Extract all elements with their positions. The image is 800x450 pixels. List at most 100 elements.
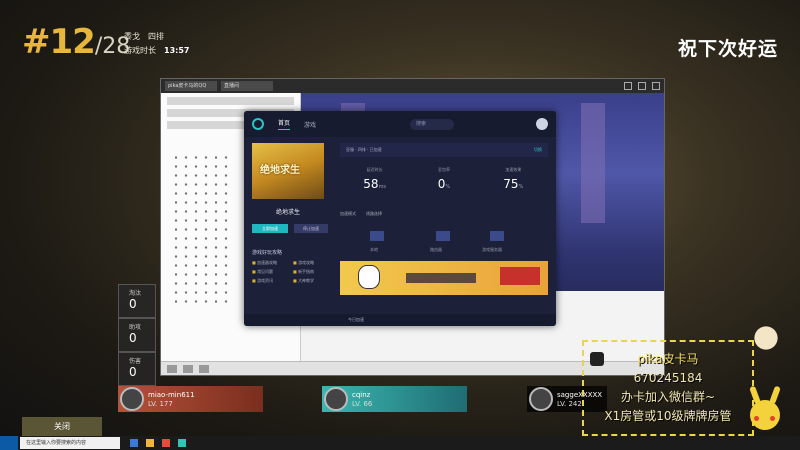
score-kills: 淘汰 0 xyxy=(118,284,156,318)
guide-item[interactable]: 游戏攻略 xyxy=(293,260,330,266)
stats-row: 延迟时长 58ms 丢包率 0% 加速效果 75% xyxy=(340,167,548,191)
rank-number: #12 xyxy=(22,22,96,62)
app-main-panel: 亚服 · 四排 · 已加速 切换 延迟时长 58ms 丢包率 0% 加速效果 7… xyxy=(340,143,548,295)
gun-image xyxy=(406,273,476,283)
player-card[interactable]: miao-min611 LV. 177 xyxy=(118,386,263,412)
player-avatar xyxy=(120,387,144,411)
score-label: 淘汰 xyxy=(129,290,142,297)
guide-item[interactable]: 游戏资讯 xyxy=(252,278,289,284)
score-assists: 助攻 0 xyxy=(118,318,156,352)
stat-latency: 延迟时长 58ms xyxy=(340,167,409,191)
share-tab-2[interactable]: 直播间 xyxy=(221,81,273,91)
footer-icon[interactable] xyxy=(183,364,193,373)
team-mode: 四排 xyxy=(148,32,164,41)
promo-text: 办卡加入微信群~ xyxy=(620,390,716,404)
share-titlebar: pika皮卡马的QQ 直播间 xyxy=(161,79,664,93)
minimize-icon[interactable] xyxy=(624,82,632,90)
score-value: 0 xyxy=(129,365,137,379)
share-tab-1[interactable]: pika皮卡马的QQ xyxy=(165,81,217,91)
accelerate-button[interactable]: 立即加速 xyxy=(252,224,288,233)
player-avatar xyxy=(324,387,348,411)
guide-item[interactable]: 新手指南 xyxy=(293,269,330,275)
streamer-promo: pika皮卡马 670245184 办卡加入微信群~ X1房管或10级牌牌房管 xyxy=(582,340,754,436)
app-header: 首页 游戏 搜索 xyxy=(244,111,556,137)
windows-taskbar: 在这里输入你要搜索的内容 xyxy=(0,436,800,450)
guide-list: 加速器攻略 游戏攻略 常见问题 新手指南 游戏资讯 大神教学 xyxy=(252,260,330,284)
taskbar-apps xyxy=(130,439,186,447)
player-card-level: LV. 177 xyxy=(148,400,173,408)
stat-unit: % xyxy=(445,184,451,190)
nav-games[interactable]: 游戏 xyxy=(304,120,316,129)
player-card-name: cqinz xyxy=(352,391,371,399)
close-icon[interactable] xyxy=(652,82,660,90)
app-search-input[interactable]: 搜索 xyxy=(410,118,455,130)
stat-packet-loss: 丢包率 0% xyxy=(409,167,478,191)
meme-face-icon xyxy=(358,265,380,289)
result-banner: 祝下次好运 xyxy=(677,38,778,60)
stat-boost: 加速效果 75% xyxy=(479,167,548,191)
ad-tag xyxy=(500,267,540,285)
stat-unit: ms xyxy=(378,184,387,190)
game-cover[interactable]: 绝地求生 xyxy=(252,143,324,199)
score-damage: 伤害 0 xyxy=(118,352,156,386)
score-value: 0 xyxy=(129,297,137,311)
maximize-icon[interactable] xyxy=(638,82,646,90)
app-icon[interactable] xyxy=(178,439,186,447)
accelerator-app: 首页 游戏 搜索 绝地求生 绝地求生 立即加速 停止加速 游戏好玩攻略 加速器攻… xyxy=(244,111,556,326)
footer-icon[interactable] xyxy=(199,364,209,373)
player-card-level: LV. 66 xyxy=(352,400,373,408)
stat-label: 丢包率 xyxy=(437,167,450,172)
score-label: 助攻 xyxy=(129,324,142,331)
guide-item[interactable]: 加速器攻略 xyxy=(252,260,289,266)
player-card-name: miao-min611 xyxy=(148,391,195,399)
promo-text: X1房管或10级牌牌房管 xyxy=(604,409,732,423)
guide-item[interactable]: 大神教学 xyxy=(293,278,330,284)
cover-title: 绝地求生 xyxy=(260,165,300,176)
nav-home[interactable]: 首页 xyxy=(278,118,291,130)
time-label: 游戏时长 xyxy=(124,46,156,55)
footer-icon[interactable] xyxy=(167,364,177,373)
tab-route[interactable]: 线路选择 xyxy=(366,211,382,217)
network-diagram: 本地 路由器 游戏服务器 xyxy=(340,221,548,259)
server-bar: 亚服 · 四排 · 已加速 切换 xyxy=(340,143,548,157)
server-text: 亚服 · 四排 · 已加速 xyxy=(346,147,382,152)
bg-pillar xyxy=(581,103,605,223)
net-label: 游戏服务器 xyxy=(482,247,502,252)
stop-button[interactable]: 停止加速 xyxy=(294,224,328,233)
app-logo-icon xyxy=(252,118,264,130)
pc-icon xyxy=(370,231,384,241)
stat-value: 58 xyxy=(363,177,379,191)
game-sidebar: 绝地求生 绝地求生 立即加速 停止加速 游戏好玩攻略 加速器攻略 游戏攻略 常见… xyxy=(252,143,330,317)
stat-label: 加速效果 xyxy=(505,167,522,172)
taskview-icon[interactable] xyxy=(130,439,138,447)
tiktok-icon xyxy=(590,352,604,366)
time-value: 13:57 xyxy=(164,46,190,55)
close-button[interactable]: 关闭 xyxy=(22,417,102,437)
player-card[interactable]: cqinz LV. 66 xyxy=(322,386,467,412)
emoji-grid xyxy=(171,153,231,303)
guide-item[interactable]: 常见问题 xyxy=(252,269,289,275)
net-tabs: 加速模式 线路选择 xyxy=(340,211,548,217)
taskbar-search-input[interactable]: 在这里输入你要搜索的内容 xyxy=(20,437,120,449)
app-bottom-bar: 今日加速 xyxy=(244,314,556,326)
net-label: 本地 xyxy=(370,247,378,252)
window-controls xyxy=(624,82,660,90)
game-name: 绝地求生 xyxy=(275,209,300,216)
player-name: 黍戈 xyxy=(124,32,140,41)
rank-display: #12/28 xyxy=(22,22,130,62)
windows-start-icon[interactable] xyxy=(0,436,18,450)
guide-title: 游戏好玩攻略 xyxy=(252,250,283,256)
app-icon[interactable] xyxy=(162,439,170,447)
folder-icon[interactable] xyxy=(146,439,154,447)
player-avatar xyxy=(529,387,553,411)
tab-mode[interactable]: 加速模式 xyxy=(340,211,356,217)
score-value: 0 xyxy=(129,331,137,345)
promo-banner[interactable] xyxy=(340,261,548,295)
user-avatar[interactable] xyxy=(536,118,548,130)
stat-label: 延迟时长 xyxy=(366,167,383,172)
switch-server-button[interactable]: 切换 xyxy=(534,143,542,157)
server-icon xyxy=(490,231,504,241)
stat-unit: % xyxy=(518,184,524,190)
promo-name: pika皮卡马 xyxy=(637,352,699,366)
player-info: 黍戈 四排 游戏时长 13:57 xyxy=(124,30,197,58)
